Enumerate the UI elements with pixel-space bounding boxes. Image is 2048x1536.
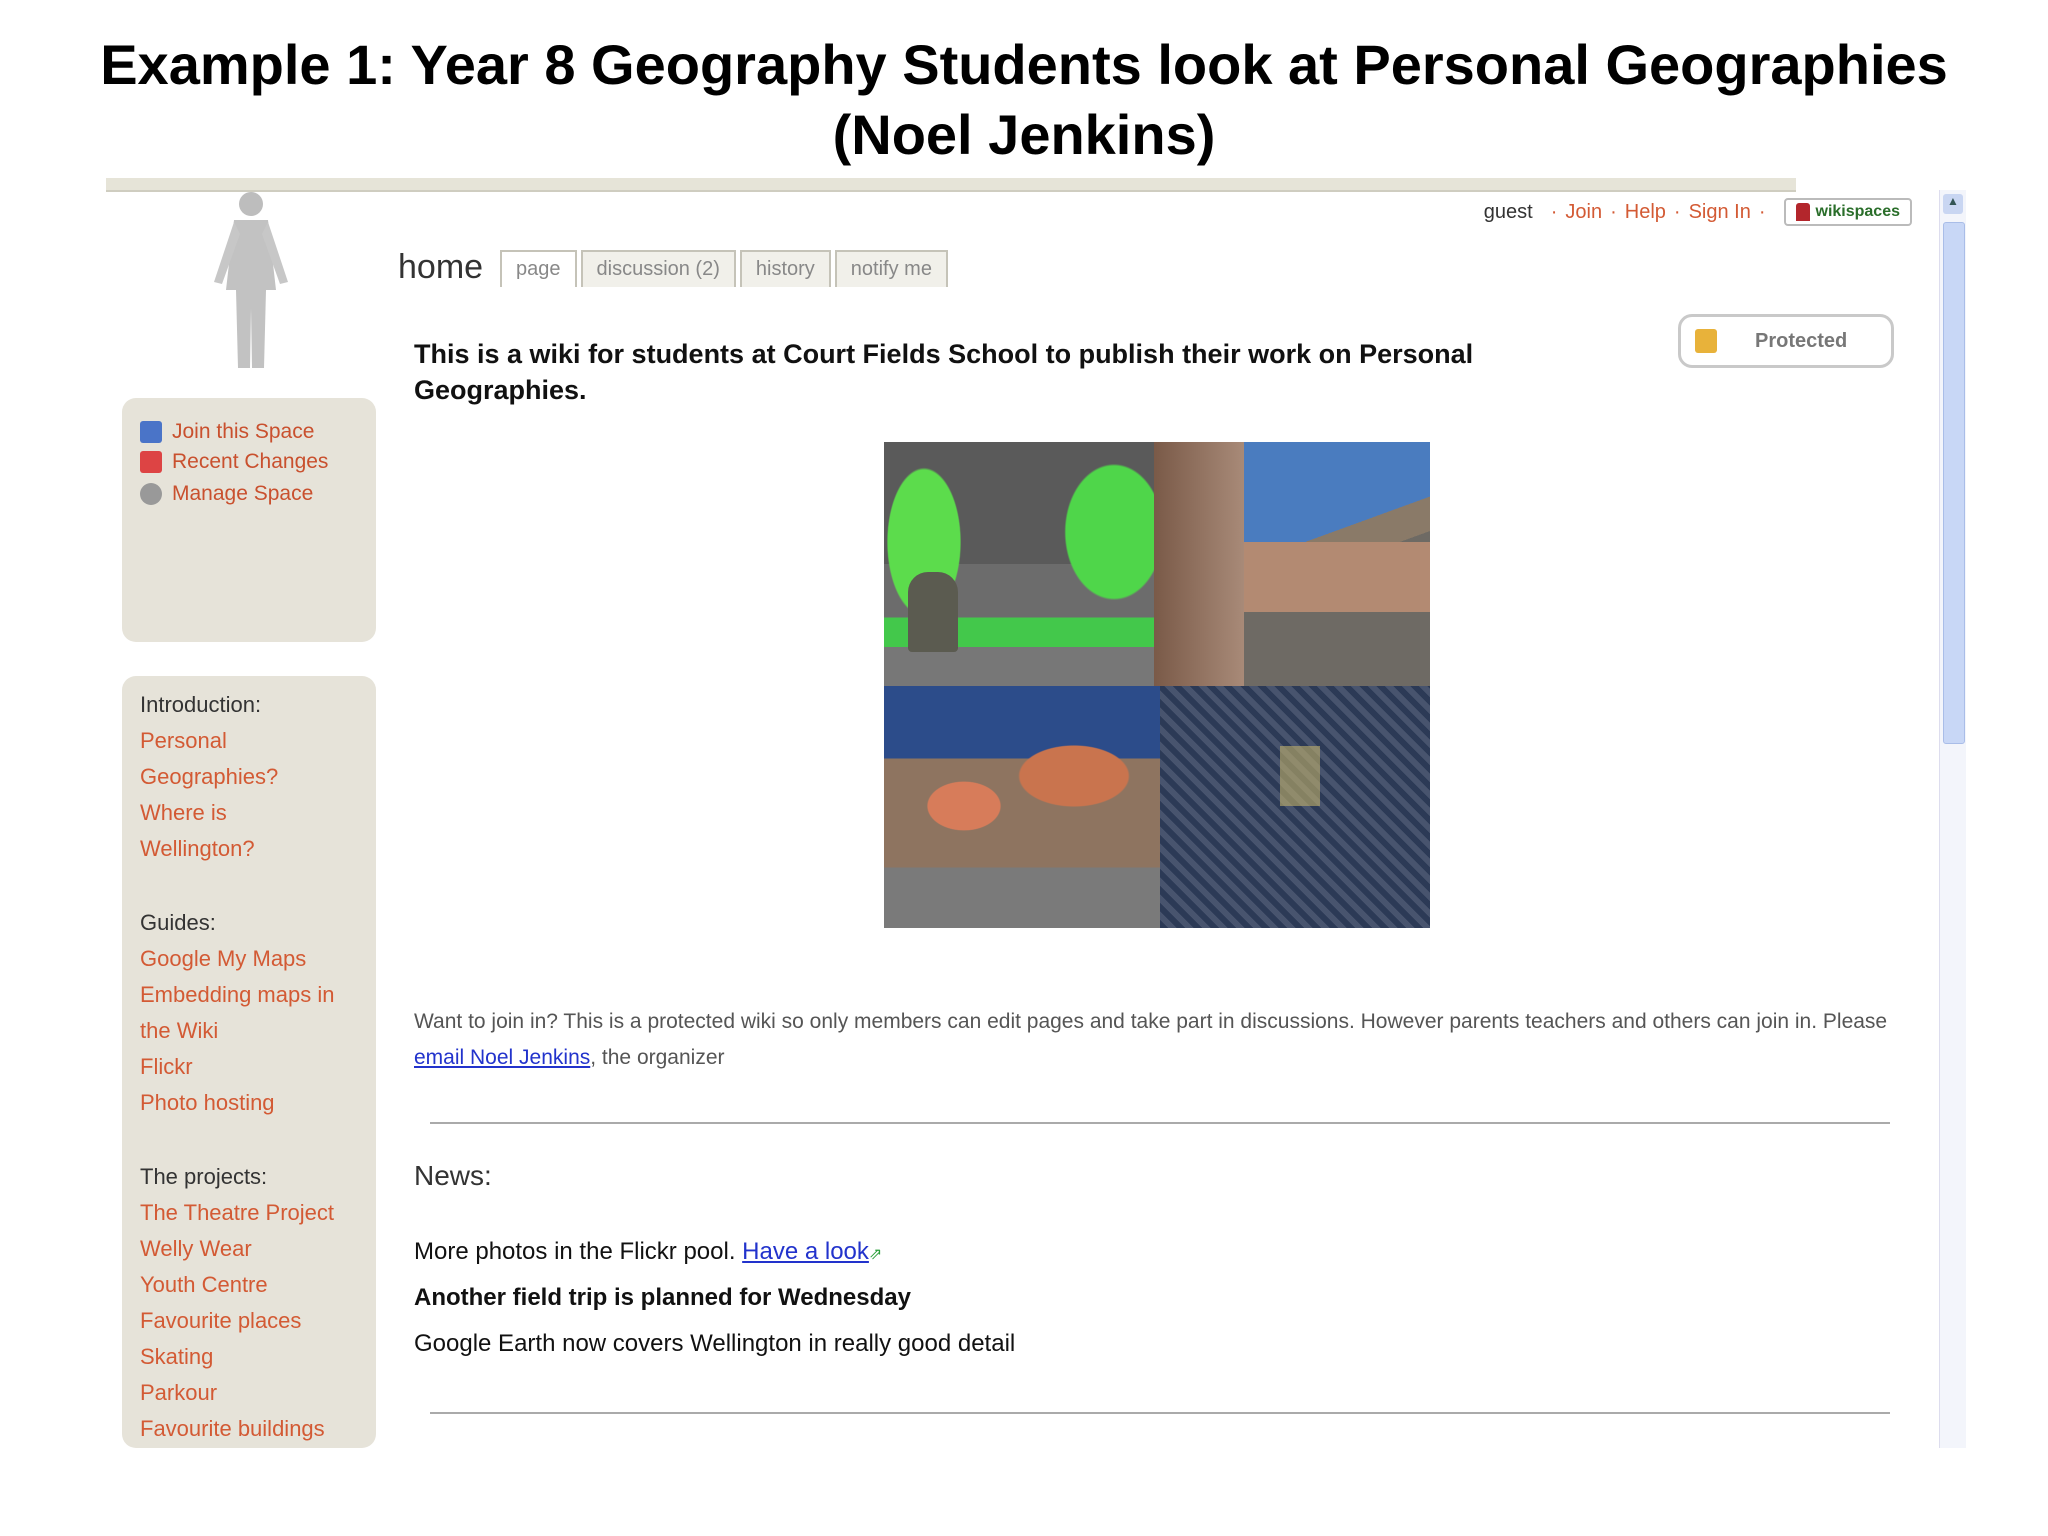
slide-title-line1: Example 1: Year 8 Geography Students loo… xyxy=(100,33,1948,96)
recent-changes-link[interactable]: Recent Changes xyxy=(140,450,328,474)
projects-heading: The projects: xyxy=(140,1164,268,1189)
nav-link-skating[interactable]: Skating xyxy=(140,1344,213,1370)
nav-link-personal[interactable]: Personal xyxy=(140,728,227,754)
nav-link-favourite-places[interactable]: Favourite places xyxy=(140,1308,301,1334)
intro-text: This is a wiki for students at Court Fie… xyxy=(414,339,1474,405)
news-item: Another field trip is planned for Wednes… xyxy=(414,1284,911,1311)
scroll-thumb[interactable] xyxy=(1943,222,1965,744)
tab-notify-me[interactable]: notify me xyxy=(834,250,948,287)
photo-building xyxy=(1160,686,1430,928)
photo-collage xyxy=(884,442,1430,928)
photo-park xyxy=(884,442,1154,686)
user-add-icon xyxy=(140,421,162,443)
nav-link-favourite-buildings[interactable]: Favourite buildings xyxy=(140,1416,325,1442)
scroll-up-icon[interactable]: ▲ xyxy=(1943,194,1963,214)
nav-link-flickr[interactable]: Flickr xyxy=(140,1054,193,1080)
tab-page[interactable]: page xyxy=(500,250,577,287)
browser-top-strip xyxy=(106,178,1796,192)
wikispaces-logo[interactable]: wikispaces xyxy=(1783,198,1912,226)
divider xyxy=(430,1412,1890,1414)
external-link-icon: ⇗ xyxy=(868,1246,883,1263)
intro-heading: Introduction: xyxy=(140,692,262,717)
nav-link-theatre-project[interactable]: The Theatre Project xyxy=(140,1200,334,1226)
nav-link-youth-centre[interactable]: Youth Centre xyxy=(140,1272,268,1298)
page-tabs: page discussion (2) history notify me xyxy=(500,250,948,287)
protected-label: Protected xyxy=(1755,329,1848,352)
page-title: home xyxy=(398,248,484,286)
photo-houses xyxy=(884,686,1160,928)
person-figure-icon xyxy=(214,192,288,368)
nav-link-wellington[interactable]: Wellington? xyxy=(140,836,255,862)
vertical-scrollbar[interactable]: ▲ xyxy=(1939,190,1966,1448)
wiki-screenshot: guest · Join · Help · Sign In · wikispac… xyxy=(106,178,1966,1448)
manage-space-link[interactable]: Manage Space xyxy=(140,482,313,506)
help-link[interactable]: Help xyxy=(1625,201,1666,224)
tab-discussion[interactable]: discussion (2) xyxy=(580,250,736,287)
slide-title: Example 1: Year 8 Geography Students loo… xyxy=(0,30,2048,170)
slide-title-line2: (Noel Jenkins) xyxy=(832,103,1216,166)
gear-icon xyxy=(140,483,162,505)
join-space-link[interactable]: Join this Space xyxy=(140,420,314,444)
news-heading: News: xyxy=(414,1160,492,1191)
user-bar: guest · Join · Help · Sign In · wikispac… xyxy=(1484,194,1912,230)
tab-history[interactable]: history xyxy=(739,250,831,287)
nav-link-the-wiki[interactable]: the Wiki xyxy=(140,1018,218,1044)
nav-link-embedding-maps[interactable]: Embedding maps in xyxy=(140,982,334,1008)
email-organizer-link[interactable]: email Noel Jenkins xyxy=(414,1046,590,1069)
guest-label: guest xyxy=(1483,200,1533,223)
join-info-text: Want to join in? This is a protected wik… xyxy=(414,1010,1888,1069)
sign-in-link[interactable]: Sign In xyxy=(1689,201,1751,224)
calendar-icon xyxy=(140,451,162,473)
protected-badge: Protected xyxy=(1678,314,1894,368)
join-link[interactable]: Join xyxy=(1565,201,1602,224)
guides-heading: Guides: xyxy=(140,910,216,935)
news-item: Google Earth now covers Wellington in re… xyxy=(414,1330,1016,1357)
wikispaces-brand: wikispaces xyxy=(1815,203,1901,220)
navigation-panel: Introduction: Personal Geographies? Wher… xyxy=(122,676,376,1448)
photo-street xyxy=(1154,442,1430,686)
nav-link-google-my-maps[interactable]: Google My Maps xyxy=(140,946,306,972)
wikispaces-tree-icon xyxy=(1795,203,1810,221)
space-tools-panel: Join this Space Recent Changes Manage Sp… xyxy=(122,398,376,840)
nav-link-geographies[interactable]: Geographies? xyxy=(140,764,278,790)
divider xyxy=(430,1122,1890,1124)
nav-link-where-is[interactable]: Where is xyxy=(140,800,227,826)
nav-link-welly-wear[interactable]: Welly Wear xyxy=(140,1236,252,1262)
lock-icon xyxy=(1695,329,1717,353)
news-item: More photos in the Flickr pool. Have a l… xyxy=(414,1238,883,1265)
nav-link-photo-hosting[interactable]: Photo hosting xyxy=(140,1090,275,1116)
have-a-look-link[interactable]: Have a look xyxy=(742,1238,869,1265)
nav-link-parkour[interactable]: Parkour xyxy=(140,1380,217,1406)
